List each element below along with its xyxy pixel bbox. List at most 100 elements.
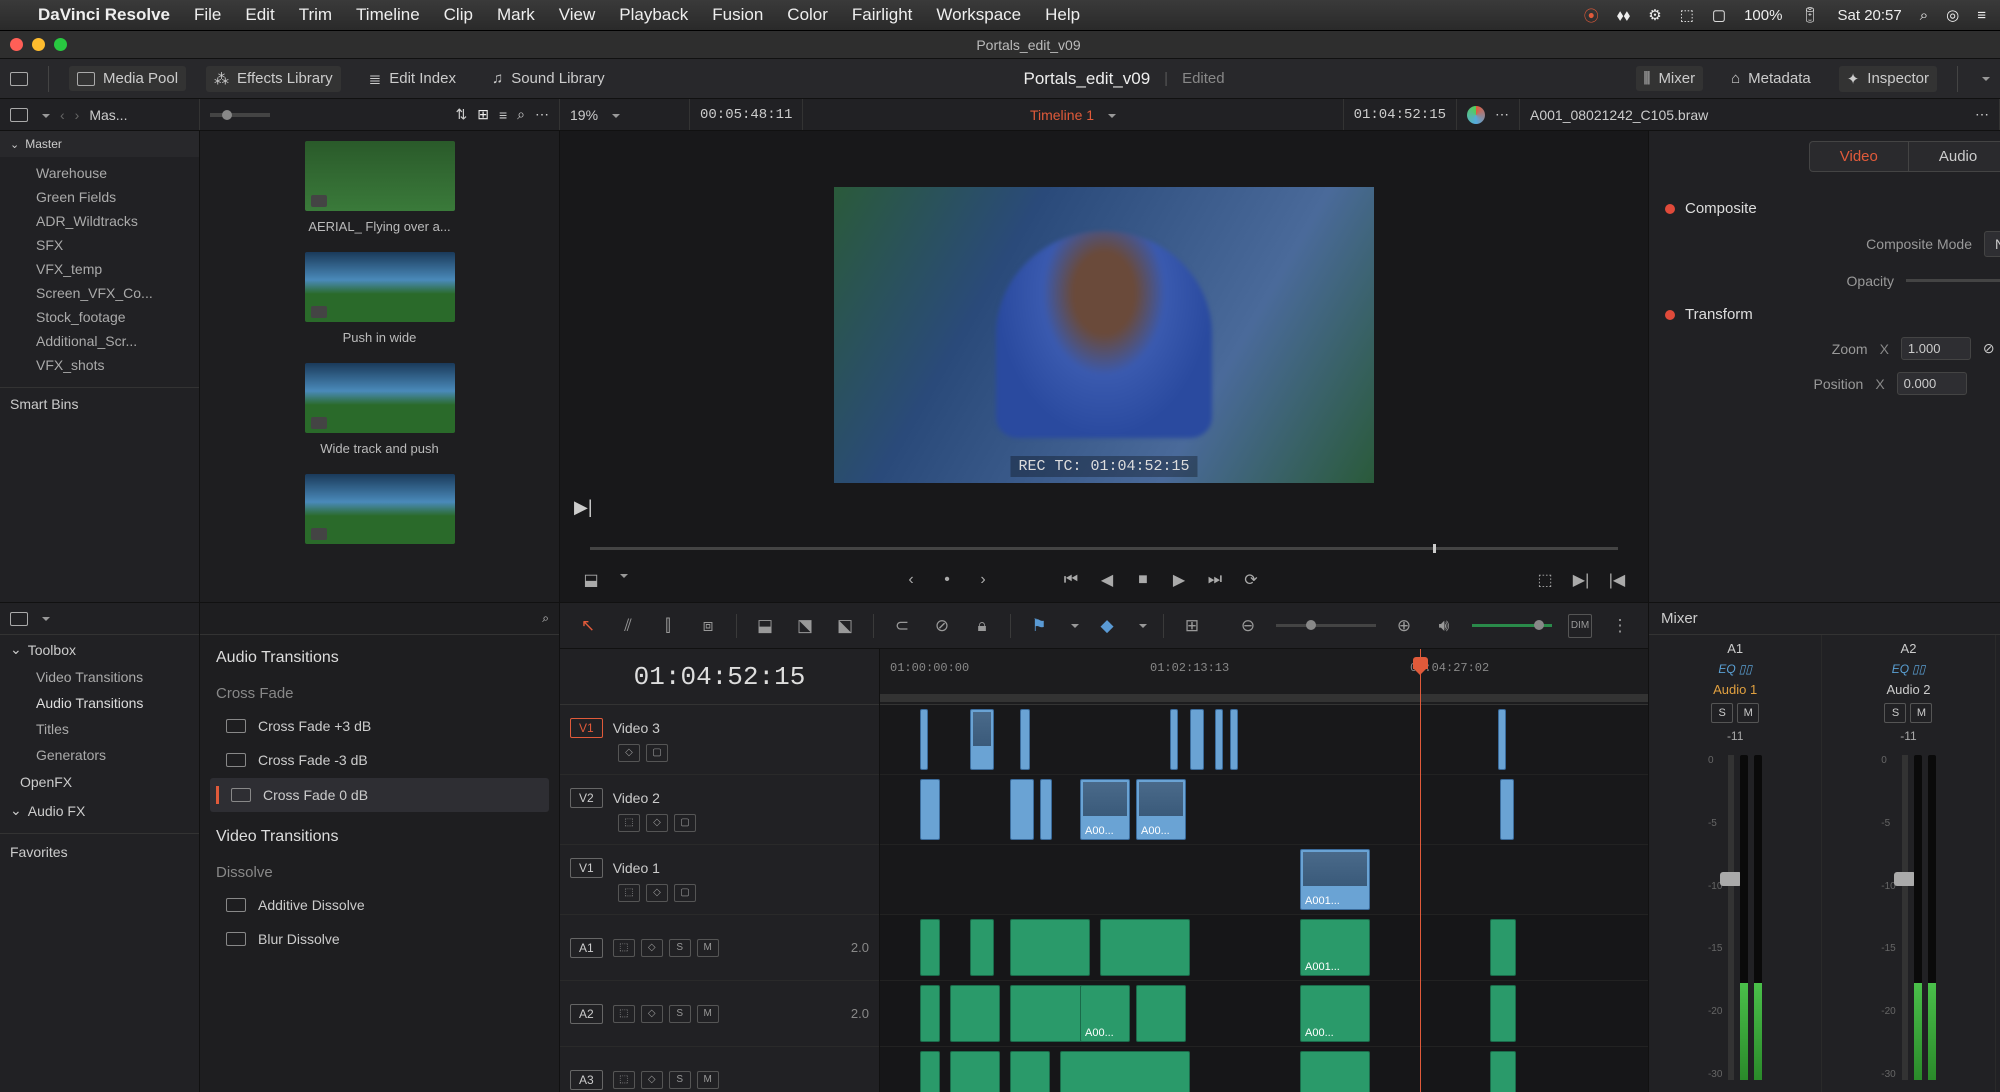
lock-track-icon[interactable]: ⬚ [618, 814, 640, 832]
grid-view-icon[interactable]: ⊞ [477, 106, 489, 123]
video-clip[interactable] [1010, 779, 1034, 840]
track-lane-v1[interactable]: A001... [880, 845, 1648, 915]
menu-timeline[interactable]: Timeline [356, 5, 420, 25]
bin-master-header[interactable]: ⌄Master [0, 131, 199, 157]
position-x-input[interactable] [1897, 372, 1967, 395]
favorites-header[interactable]: Favorites [0, 833, 199, 866]
auto-select-icon[interactable]: ◇ [646, 814, 668, 832]
menu-edit[interactable]: Edit [245, 5, 274, 25]
track-header-a1[interactable]: A1⬚◇SM2.0 [560, 915, 879, 981]
lock-track-icon[interactable]: ⬚ [613, 939, 635, 957]
airplay-icon[interactable]: ▢ [1712, 6, 1726, 24]
track-tag[interactable]: V1 [570, 718, 603, 738]
dynamic-trim-icon[interactable]: ⫿ [656, 614, 680, 638]
audio-clip[interactable] [950, 1051, 1000, 1092]
menu-playback[interactable]: Playback [619, 5, 688, 25]
fx-entry[interactable]: Cross Fade +3 dB [210, 710, 549, 742]
audio-clip[interactable] [1010, 919, 1090, 976]
menu-fairlight[interactable]: Fairlight [852, 5, 912, 25]
clip-item[interactable]: Push in wide [305, 252, 455, 345]
siri-icon[interactable]: ◎ [1946, 6, 1959, 24]
clock[interactable]: Sat 20:57 [1838, 7, 1902, 24]
menu-help[interactable]: Help [1045, 5, 1080, 25]
timeline-view-icon[interactable]: ⊞ [1180, 614, 1204, 638]
audio-clip[interactable] [1490, 919, 1516, 976]
mute-button[interactable]: M [697, 939, 719, 957]
replace-icon[interactable]: ⬕ [833, 614, 857, 638]
audio-clip[interactable]: A00... [1300, 985, 1370, 1042]
track-header-v2[interactable]: V2Video 2 ⬚◇▢ [560, 775, 879, 845]
fx-search-icon[interactable]: ⌕ [542, 611, 549, 626]
fx-entry[interactable]: Blur Dissolve [210, 923, 549, 955]
timeline-tracks[interactable]: 01:00:00:00 01:02:13:13 01:04:27:02 [880, 649, 1648, 1092]
track-tag[interactable]: A2 [570, 1004, 603, 1024]
track-header-v1[interactable]: V1Video 1 ⬚◇▢ [560, 845, 879, 915]
audiofx-header[interactable]: ⌄Audio FX [0, 796, 199, 825]
track-tag[interactable]: A1 [570, 938, 603, 958]
audio-clip[interactable] [1300, 1051, 1370, 1092]
bin-item[interactable]: VFX_temp [0, 257, 199, 281]
spotlight-icon[interactable]: ⌕ [1920, 7, 1928, 24]
fader[interactable] [1902, 755, 1908, 1080]
next-edit-icon[interactable]: ▶| [1570, 569, 1592, 591]
smart-bins-header[interactable]: Smart Bins [0, 387, 199, 420]
lock-track-icon[interactable]: ⬚ [613, 1071, 635, 1089]
audio-clip[interactable] [1010, 985, 1090, 1042]
video-clip[interactable] [1215, 709, 1223, 770]
edit-index-button[interactable]: ≣Edit Index [361, 66, 464, 92]
link-icon[interactable]: ⊘ [930, 614, 954, 638]
opacity-slider[interactable] [1906, 279, 2000, 282]
menu-trim[interactable]: Trim [299, 5, 332, 25]
menu-file[interactable]: File [194, 5, 221, 25]
bin-item[interactable]: VFX_shots [0, 353, 199, 377]
fx-cat-video-transitions[interactable]: Video Transitions [0, 664, 199, 690]
timeline-name[interactable]: Timeline 1 [1030, 107, 1094, 123]
panel-layout-icon[interactable] [10, 108, 28, 122]
app-name[interactable]: DaVinci Resolve [38, 5, 170, 25]
search-icon[interactable]: ⌕ [517, 106, 525, 123]
video-clip[interactable] [920, 779, 940, 840]
track-lane-v3[interactable] [880, 705, 1648, 775]
openfx-header[interactable]: OpenFX [0, 768, 199, 796]
wifi-icon[interactable]: ⬚ [1680, 6, 1694, 24]
flag-icon[interactable]: ⚑ [1027, 614, 1051, 638]
metadata-button[interactable]: ⌂Metadata [1723, 66, 1819, 91]
audio-clip[interactable] [950, 985, 1000, 1042]
loop-icon[interactable]: ⟳ [1240, 569, 1262, 591]
mute-button[interactable]: M [1737, 703, 1759, 723]
lock-icon[interactable]: 🔒︎ [970, 614, 994, 638]
zoom-in-icon[interactable]: ⊕ [1392, 614, 1416, 638]
layout-icon[interactable] [10, 72, 28, 86]
menu-color[interactable]: Color [787, 5, 828, 25]
track-lane-a3[interactable] [880, 1047, 1648, 1092]
strip-name[interactable]: Audio 1 [1713, 682, 1757, 697]
zoom-percent[interactable]: 19% [570, 107, 598, 123]
viewer-more-icon[interactable]: ⋯ [1495, 106, 1509, 123]
transform-section-header[interactable]: Transform [1665, 298, 2000, 331]
video-clip[interactable] [1500, 779, 1514, 840]
bin-item[interactable]: Green Fields [0, 185, 199, 209]
bin-item[interactable]: SFX [0, 233, 199, 257]
clip-item[interactable] [305, 474, 455, 544]
track-tag[interactable]: V2 [570, 788, 603, 808]
maximize-button[interactable] [54, 38, 67, 51]
mute-button[interactable]: M [697, 1005, 719, 1023]
auto-select-icon[interactable]: ◇ [646, 884, 668, 902]
marker-dot-icon[interactable]: • [936, 569, 958, 591]
mixer-button[interactable]: ⫼Mixer [1636, 66, 1704, 91]
lock-track-icon[interactable]: ⬚ [613, 1005, 635, 1023]
volume-slider[interactable] [1472, 624, 1552, 627]
clip-item[interactable]: AERIAL_ Flying over a... [305, 141, 455, 234]
viewer-scrubber[interactable] [560, 538, 1648, 558]
bypass-icon[interactable] [1467, 106, 1485, 124]
video-clip[interactable] [1040, 779, 1052, 840]
timeline-ruler[interactable]: 01:00:00:00 01:02:13:13 01:04:27:02 [880, 649, 1648, 705]
menu-fusion[interactable]: Fusion [712, 5, 763, 25]
composite-section-header[interactable]: Composite [1665, 192, 2000, 225]
mark-in-icon[interactable]: ⬓ [580, 569, 602, 591]
solo-button[interactable]: S [669, 939, 691, 957]
track-disable-icon[interactable]: ▢ [674, 814, 696, 832]
prev-marker-icon[interactable]: ‹ [900, 569, 922, 591]
dim-button[interactable]: DIM [1568, 614, 1592, 638]
next-marker-icon[interactable]: › [972, 569, 994, 591]
